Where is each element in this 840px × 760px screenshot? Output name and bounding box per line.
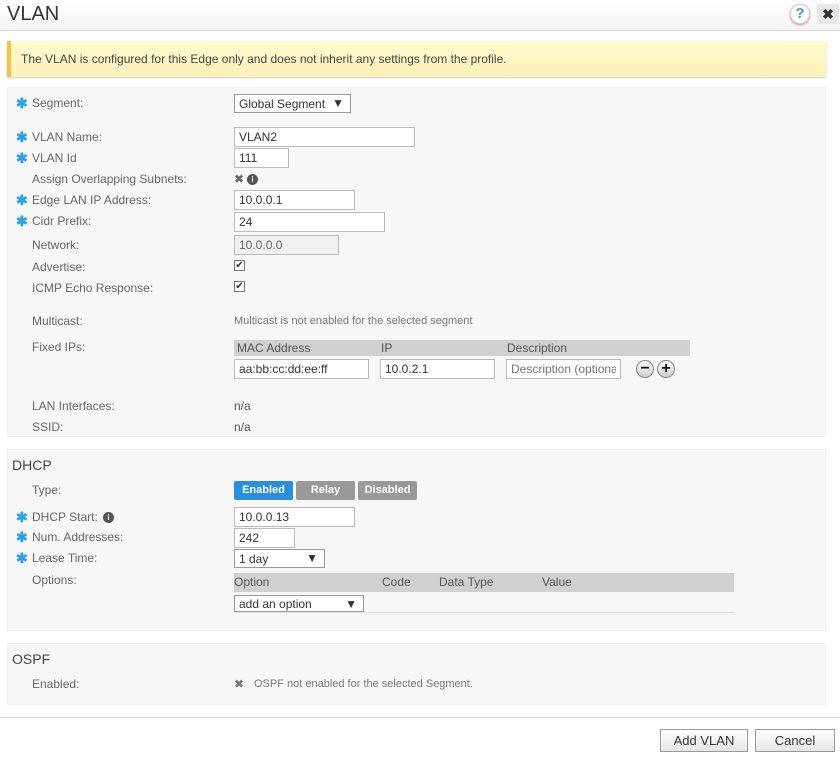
mac-input[interactable] [234,359,369,379]
vlan-name-label: VLAN Name: [32,130,103,144]
add-vlan-button[interactable]: Add VLAN [660,729,748,752]
segment-label: Segment: [32,96,84,110]
dropdown-arrow-icon: ▼ [332,96,344,110]
column-header: Description [507,341,568,355]
network-input [234,235,339,255]
dhcp-type-label: Type: [32,483,62,497]
segment-value: Global Segment [239,97,326,111]
required-icon: ✱ [16,192,28,208]
multicast-value: Multicast is not enabled for the selecte… [234,315,473,327]
icmp-checkbox[interactable]: ✔ [234,281,245,292]
ospf-enabled-label: Enabled: [32,677,80,691]
dhcp-enabled-button[interactable]: Enabled [234,481,293,500]
ip-input[interactable] [380,359,495,379]
column-header: Data Type [439,575,494,589]
dropdown-arrow-icon: ▼ [306,551,318,565]
info-banner: The VLAN is configured for this Edge onl… [7,41,826,77]
dhcp-start-label: DHCP Start: [32,510,98,524]
required-icon: ✱ [16,213,28,229]
ospf-section [7,643,826,705]
ospf-enabled-value: OSPF not enabled for the selected Segmen… [254,678,473,690]
num-addresses-input[interactable] [234,528,295,548]
vlan-name-input[interactable] [234,127,415,147]
required-icon: ✱ [16,95,28,111]
remove-row-icon[interactable]: − [636,360,654,378]
overlap-label: Assign Overlapping Subnets: [32,172,187,186]
fixed-ips-header: MAC Address IP Description [234,340,690,356]
dhcp-disabled-button[interactable]: Disabled [358,481,417,500]
column-header: IP [381,341,393,355]
lan-interfaces-value: n/a [234,399,251,413]
options-header: Option Code Data Type Value [234,573,734,592]
lease-time-select[interactable]: 1 day ▼ [234,549,325,568]
vlan-id-label: VLAN Id [32,151,77,165]
divider [234,612,734,613]
required-icon: ✱ [16,509,28,525]
dhcp-start-input[interactable] [234,507,355,527]
network-label: Network: [32,238,80,252]
required-icon: ✱ [16,129,28,145]
icmp-label: ICMP Echo Response: [32,281,154,295]
info-icon[interactable]: i [103,512,114,523]
help-icon[interactable]: ? [790,4,810,24]
description-input[interactable] [506,359,621,379]
required-icon: ✱ [16,529,28,545]
segment-select[interactable]: Global Segment ▼ [234,94,351,113]
column-header: MAC Address [237,341,311,355]
x-icon[interactable]: ✖ [234,172,244,186]
lease-time-label: Lease Time: [32,551,98,565]
close-icon[interactable]: ✖ [817,4,839,24]
vlan-id-input[interactable] [234,148,289,168]
dialog-header [0,0,840,31]
info-icon[interactable]: i [247,174,258,185]
vlan-section [7,87,826,437]
dhcp-relay-button[interactable]: Relay [296,481,355,500]
edge-ip-label: Edge LAN IP Address: [32,193,152,207]
edge-ip-input[interactable] [234,190,355,210]
ssid-label: SSID: [32,420,64,434]
required-icon: ✱ [16,550,28,566]
add-row-icon[interactable]: + [657,360,675,378]
column-header: Option [234,575,270,589]
footer-divider [0,717,840,718]
cidr-label: Cidr Prefix: [32,214,92,228]
dhcp-title: DHCP [12,457,52,473]
fixed-ips-label: Fixed IPs: [32,340,86,354]
dropdown-arrow-icon: ▼ [345,597,357,611]
lan-interfaces-label: LAN Interfaces: [32,399,115,413]
column-header: Code [382,575,411,589]
dialog-title: VLAN [7,3,60,25]
multicast-label: Multicast: [32,314,83,328]
x-icon: ✖ [234,677,245,691]
cidr-input[interactable] [234,212,385,232]
advertise-checkbox[interactable]: ✔ [234,260,245,271]
dhcp-section [7,449,826,631]
required-icon: ✱ [16,150,28,166]
ospf-title: OSPF [12,651,51,667]
num-addresses-label: Num. Addresses: [32,530,124,544]
ssid-value: n/a [234,420,251,434]
advertise-label: Advertise: [32,260,86,274]
cancel-button[interactable]: Cancel [755,729,835,752]
column-header: Value [542,575,572,589]
add-option-select[interactable]: add an option ▼ [234,595,364,612]
add-option-value: add an option [239,597,312,611]
options-label: Options: [32,573,77,587]
lease-time-value: 1 day [239,552,269,566]
